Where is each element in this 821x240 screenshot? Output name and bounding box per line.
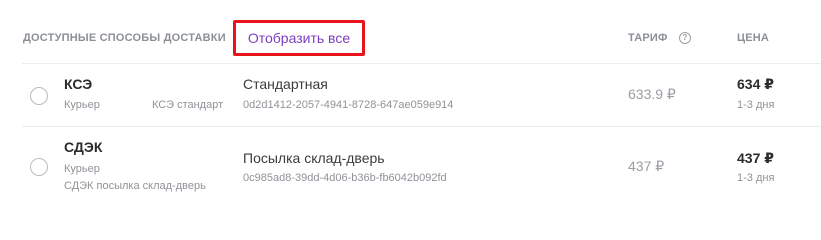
tariff-value: 437 ₽	[628, 158, 665, 174]
delivery-method: Посылка склад-дверь	[243, 150, 385, 166]
delivery-radio[interactable]	[30, 158, 48, 176]
delivery-days: 1-3 дня	[737, 99, 775, 111]
show-all-link[interactable]: Отобразить все	[248, 30, 350, 46]
help-icon[interactable]: ?	[679, 32, 691, 44]
service-name: КСЭ стандарт	[152, 99, 224, 111]
available-methods-heading: ДОСТУПНЫЕ СПОСОБЫ ДОСТАВКИ	[23, 32, 226, 44]
delivery-method: Стандартная	[243, 76, 328, 92]
tariff-value: 633.9 ₽	[628, 86, 676, 102]
tariff-column-header: ТАРИФ	[628, 32, 668, 44]
price-value: 437 ₽	[737, 150, 774, 166]
delivery-type: Курьер	[64, 163, 100, 175]
carrier-name: КСЭ	[64, 76, 93, 92]
service-name: СДЭК посылка склад-дверь	[64, 180, 206, 192]
delivery-uuid: 0d2d1412-2057-4941-8728-647ae059e914	[243, 99, 454, 111]
price-column-header: ЦЕНА	[737, 32, 770, 44]
delivery-uuid: 0c985ad8-39dd-4d06-b36b-fb6042b092fd	[243, 172, 447, 184]
delivery-row-cdek[interactable]: СДЭК Курьер СДЭК посылка склад-дверь Пос…	[0, 127, 821, 205]
delivery-row-kse[interactable]: КСЭ Курьер КСЭ стандарт Стандартная 0d2d…	[0, 64, 821, 126]
delivery-days: 1-3 дня	[737, 172, 775, 184]
show-all-highlight: Отобразить все	[233, 20, 365, 56]
delivery-type: Курьер	[64, 99, 100, 111]
price-value: 634 ₽	[737, 76, 774, 92]
delivery-radio[interactable]	[30, 87, 48, 105]
carrier-name: СДЭК	[64, 139, 103, 155]
